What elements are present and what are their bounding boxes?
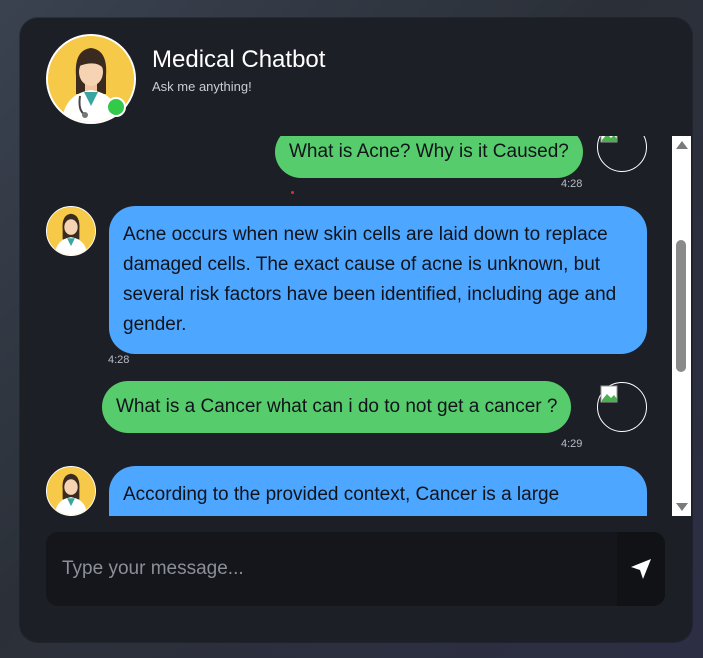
- doctor-avatar-icon: [47, 207, 95, 255]
- chat-window: Medical Chatbot Ask me anything! What is…: [20, 18, 692, 642]
- message-composer: [46, 532, 665, 606]
- scroll-down-arrow-icon[interactable]: [676, 503, 688, 511]
- user-message-bubble: What is Acne? Why is it Caused?: [275, 136, 583, 178]
- chat-header: Medical Chatbot Ask me anything!: [20, 18, 692, 138]
- message-list[interactable]: What is Acne? Why is it Caused? 4:28 Acn…: [40, 136, 671, 516]
- message-list-scrollbar[interactable]: [672, 136, 691, 516]
- message-timestamp: 4:28: [561, 178, 583, 190]
- send-button[interactable]: [617, 532, 665, 606]
- bot-message-bubble: According to the provided context, Cance…: [109, 466, 647, 516]
- scroll-up-arrow-icon[interactable]: [676, 141, 688, 149]
- message-input[interactable]: [46, 532, 617, 606]
- scrollbar-thumb[interactable]: [676, 240, 686, 372]
- user-message-bubble: What is a Cancer what can i do to not ge…: [102, 381, 572, 433]
- red-dot-marker: [291, 191, 294, 194]
- bot-avatar: [46, 466, 96, 516]
- paper-plane-icon: [631, 559, 651, 579]
- bot-message-bubble: Acne occurs when new skin cells are laid…: [109, 206, 647, 354]
- user-avatar: [597, 136, 647, 172]
- broken-image-icon: [600, 136, 618, 143]
- doctor-avatar-icon: [47, 467, 95, 515]
- message-timestamp: 4:29: [561, 438, 583, 450]
- user-avatar: [597, 382, 647, 432]
- chat-subtitle: Ask me anything!: [152, 79, 252, 94]
- online-status-dot: [106, 97, 126, 117]
- broken-image-icon: [600, 385, 618, 403]
- message-timestamp: 4:28: [108, 354, 130, 366]
- bot-avatar: [46, 206, 96, 256]
- chat-title: Medical Chatbot: [152, 46, 326, 73]
